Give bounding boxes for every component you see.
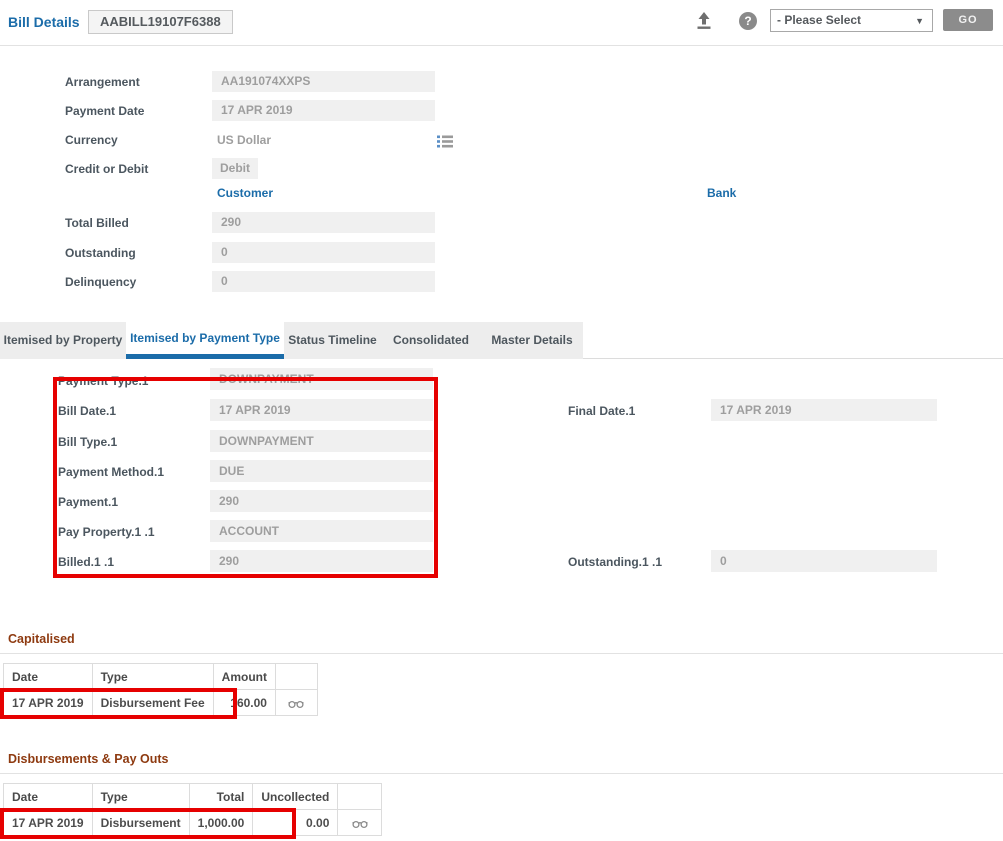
- cell-uncollected: 0.00: [253, 810, 338, 836]
- tab-itemised-by-payment-type[interactable]: Itemised by Payment Type: [126, 322, 284, 359]
- page-title: Bill Details: [8, 14, 80, 30]
- payment-1-field: 290: [210, 490, 433, 512]
- cell-date: 17 APR 2019: [4, 690, 93, 716]
- capitalised-table: Date Type Amount 17 APR 2019 Disbursemen…: [3, 663, 318, 716]
- cell-amount: 160.00: [213, 690, 275, 716]
- capitalised-divider: [0, 653, 1003, 654]
- final-date-1-label: Final Date.1: [568, 404, 635, 418]
- billed-1-1-field: 290: [210, 550, 433, 572]
- col-header-amount: Amount: [213, 664, 275, 690]
- outstanding-1-1-field: 0: [711, 550, 937, 572]
- bill-type-1-label: Bill Type.1: [58, 435, 117, 449]
- capitalised-heading: Capitalised: [8, 632, 75, 646]
- bill-details-page: Bill Details AABILL19107F6388 ? - Please…: [0, 0, 1003, 841]
- cell-type: Disbursement Fee: [92, 690, 213, 716]
- credit-or-debit-label: Credit or Debit: [65, 162, 148, 176]
- payment-date-field: 17 APR 2019: [212, 100, 435, 121]
- cell-view: [338, 810, 382, 836]
- cell-type: Disbursement: [92, 810, 189, 836]
- col-header-actions: [338, 784, 382, 810]
- cell-total: 1,000.00: [189, 810, 253, 836]
- disbursements-header-row: Date Type Total Uncollected: [4, 784, 382, 810]
- currency-label: Currency: [65, 133, 118, 147]
- view-details-glasses-icon[interactable]: [288, 698, 304, 709]
- customer-link[interactable]: Customer: [217, 186, 273, 200]
- view-details-glasses-icon[interactable]: [352, 818, 368, 829]
- payment-1-label: Payment.1: [58, 495, 118, 509]
- action-select[interactable]: - Please Select ▼: [770, 9, 933, 32]
- col-header-type: Type: [92, 784, 189, 810]
- col-header-uncollected: Uncollected: [253, 784, 338, 810]
- disbursements-heading: Disbursements & Pay Outs: [8, 752, 168, 766]
- payment-date-label: Payment Date: [65, 104, 144, 118]
- tab-consolidated[interactable]: Consolidated: [381, 322, 481, 359]
- bill-id-field: AABILL19107F6388: [88, 10, 233, 34]
- disbursements-table: Date Type Total Uncollected 17 APR 2019 …: [3, 783, 382, 836]
- go-button[interactable]: GO: [943, 9, 993, 31]
- billed-1-1-label: Billed.1 .1: [58, 555, 114, 569]
- pay-property-1-1-label: Pay Property.1 .1: [58, 525, 155, 539]
- pay-property-1-1-field: ACCOUNT: [210, 520, 433, 542]
- header-divider: [0, 45, 1003, 46]
- capitalised-data-row: 17 APR 2019 Disbursement Fee 160.00: [4, 690, 318, 716]
- tab-itemised-by-property[interactable]: Itemised by Property: [0, 322, 126, 359]
- outstanding-1-1-label: Outstanding.1 .1: [568, 555, 662, 569]
- col-header-actions: [275, 664, 317, 690]
- delinquency-label: Delinquency: [65, 275, 136, 289]
- outstanding-label: Outstanding: [65, 246, 136, 260]
- tab-status-timeline[interactable]: Status Timeline: [284, 322, 381, 359]
- bill-type-1-field: DOWNPAYMENT: [210, 430, 433, 452]
- final-date-1-field: 17 APR 2019: [711, 399, 937, 421]
- col-header-date: Date: [4, 664, 93, 690]
- col-header-type: Type: [92, 664, 213, 690]
- cell-date: 17 APR 2019: [4, 810, 93, 836]
- upload-icon[interactable]: [694, 11, 714, 30]
- total-billed-label: Total Billed: [65, 216, 129, 230]
- payment-method-1-label: Payment Method.1: [58, 465, 164, 479]
- bill-date-1-field: 17 APR 2019: [210, 399, 433, 421]
- list-lookup-icon[interactable]: [437, 135, 453, 148]
- arrangement-field: AA191074XXPS: [212, 71, 435, 92]
- tab-master-details[interactable]: Master Details: [481, 322, 583, 359]
- capitalised-header-row: Date Type Amount: [4, 664, 318, 690]
- col-header-total: Total: [189, 784, 253, 810]
- payment-method-1-field: DUE: [210, 460, 433, 482]
- chevron-down-icon: ▼: [915, 11, 924, 32]
- disbursements-data-row: 17 APR 2019 Disbursement 1,000.00 0.00: [4, 810, 382, 836]
- payment-type-1-label: Payment Type.1: [58, 374, 148, 388]
- tab-bar: Itemised by Property Itemised by Payment…: [0, 322, 1003, 359]
- total-billed-field: 290: [212, 212, 435, 233]
- credit-or-debit-field: Debit: [212, 158, 258, 179]
- payment-type-1-field: DOWNPAYMENT: [210, 368, 433, 390]
- outstanding-field: 0: [212, 242, 435, 263]
- col-header-date: Date: [4, 784, 93, 810]
- bill-date-1-label: Bill Date.1: [58, 404, 116, 418]
- arrangement-label: Arrangement: [65, 75, 140, 89]
- action-select-value: - Please Select: [777, 13, 861, 27]
- bank-link[interactable]: Bank: [707, 186, 736, 200]
- delinquency-field: 0: [212, 271, 435, 292]
- help-icon[interactable]: ?: [739, 12, 757, 30]
- cell-view: [275, 690, 317, 716]
- disbursements-divider: [0, 773, 1003, 774]
- currency-value: US Dollar: [217, 133, 271, 147]
